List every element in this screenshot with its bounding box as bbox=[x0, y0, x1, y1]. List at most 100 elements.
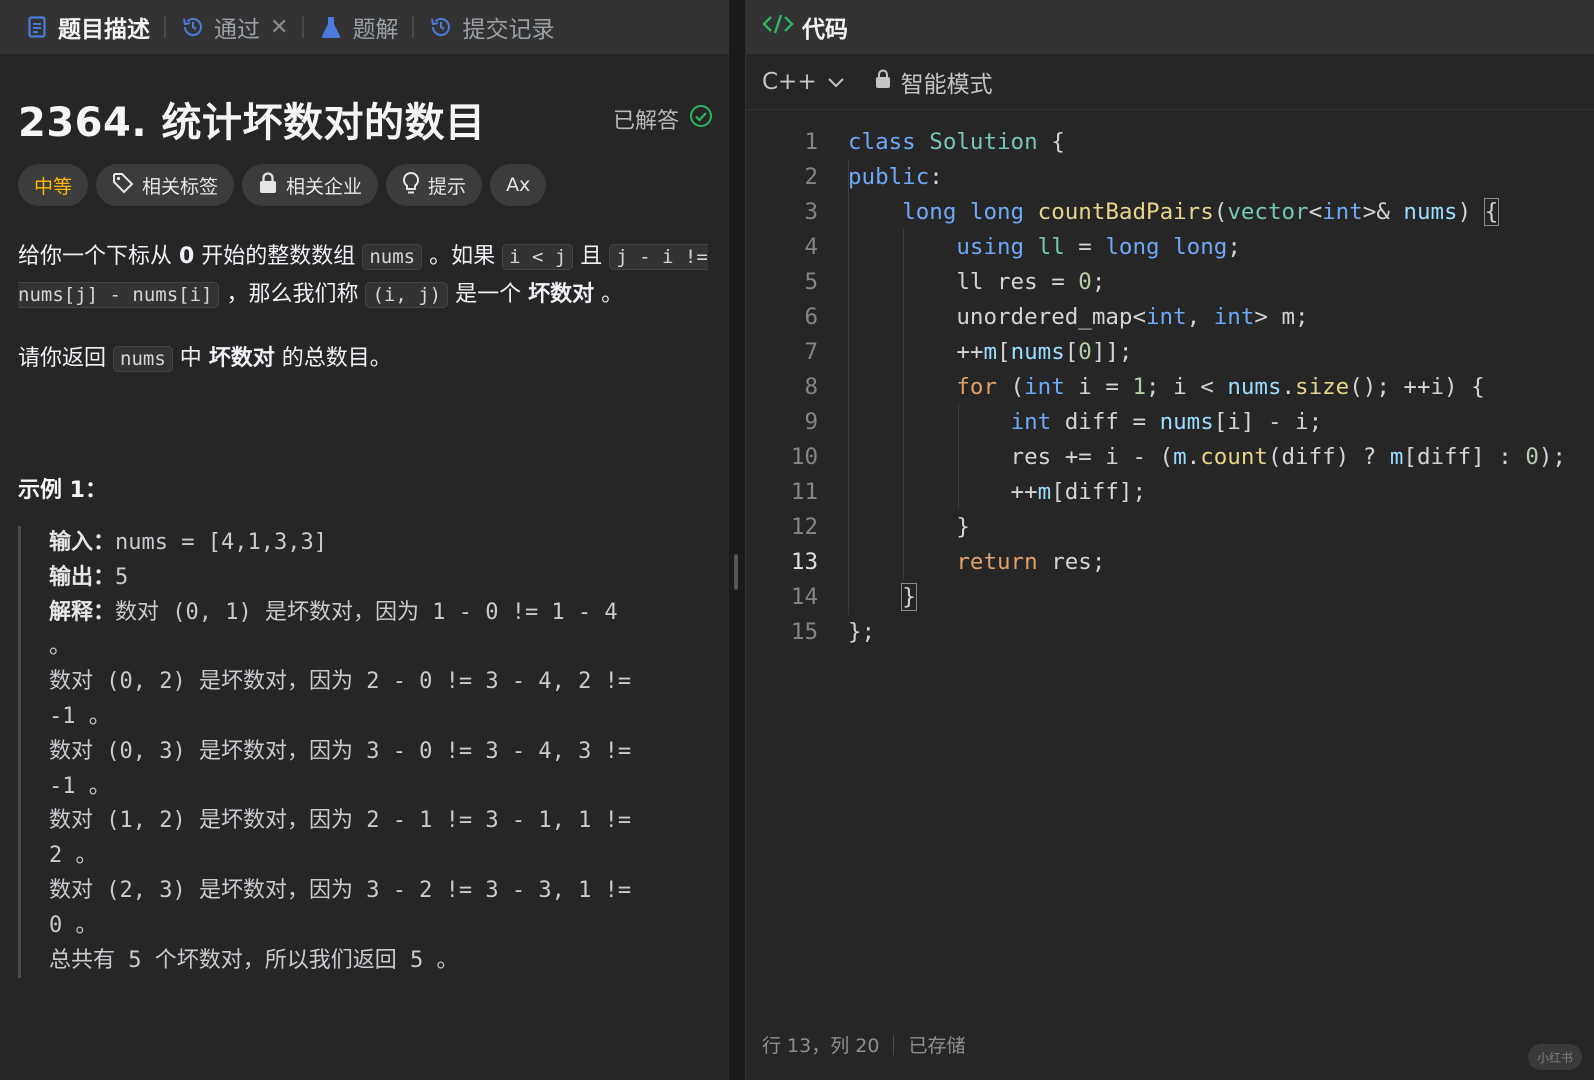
pane-resizer[interactable] bbox=[729, 0, 743, 1080]
example-line: -1 。 bbox=[49, 703, 111, 729]
code-line: 2 public: bbox=[746, 159, 1594, 194]
resize-handle[interactable] bbox=[734, 554, 738, 590]
code-text: return res; bbox=[956, 548, 1106, 575]
desc-bold: 0 bbox=[179, 244, 195, 269]
line-number: 1 bbox=[804, 128, 818, 155]
example-output-label: 输出： bbox=[49, 564, 116, 590]
code-text: }; bbox=[848, 618, 876, 645]
code-line: 14 } bbox=[746, 579, 1594, 614]
translate-button[interactable]: Ax bbox=[490, 164, 547, 206]
line-number: 8 bbox=[804, 373, 818, 400]
example-line: 数对 (2, 3) 是坏数对，因为 3 - 2 != 3 - 3, 1 != bbox=[49, 877, 632, 903]
cursor-position: 行 13，列 20 bbox=[762, 1035, 880, 1057]
desc-text: 。 bbox=[594, 282, 624, 307]
example-line: 总共有 5 个坏数对，所以我们返回 5 。 bbox=[49, 947, 459, 973]
line-number: 6 bbox=[804, 303, 818, 330]
history-icon bbox=[428, 14, 454, 40]
hint-label: 提示 bbox=[428, 175, 467, 198]
code-text: for (int i = 1; i < nums.size(); ++i) { bbox=[956, 373, 1485, 400]
save-status: 已存储 bbox=[908, 1035, 966, 1057]
code-line: 4 using ll = long long; bbox=[746, 229, 1594, 264]
tag-icon bbox=[112, 172, 134, 199]
tab-description[interactable]: 题目描述 bbox=[14, 0, 160, 54]
chevron-down-icon bbox=[827, 69, 845, 95]
code-line: 10 res += i - (m.count(diff) ? m[diff] :… bbox=[746, 439, 1594, 474]
line-number: 11 bbox=[790, 478, 818, 505]
inline-code: nums bbox=[113, 346, 173, 372]
tab-submissions-label: 提交记录 bbox=[462, 17, 555, 43]
code-line: 1 class Solution { bbox=[746, 124, 1594, 159]
flask-icon bbox=[318, 14, 344, 40]
code-icon bbox=[762, 12, 794, 42]
left-tabbar: 题目描述 通过 ✕ 题解 提交记录 bbox=[0, 0, 741, 54]
related-tags-label: 相关标签 bbox=[142, 175, 219, 198]
desc-text: 是一个 bbox=[448, 282, 529, 307]
close-icon[interactable]: ✕ bbox=[270, 15, 288, 40]
code-pane: 代码 C++ 智能模式 1 class Solution { 2 public: 3… bbox=[745, 0, 1594, 1080]
example-input: 输入：nums = [4,1,3,3] bbox=[49, 526, 718, 561]
code-line: 11 ++m[diff]; bbox=[746, 474, 1594, 509]
lock-icon bbox=[875, 69, 891, 95]
tab-description-label: 题目描述 bbox=[58, 17, 150, 43]
code-editor[interactable]: 1 class Solution { 2 public: 3 long long c… bbox=[746, 124, 1594, 649]
code-line: 6 unordered_map<int, int> m; bbox=[746, 299, 1594, 334]
example-line: 数对 (0, 2) 是坏数对，因为 2 - 0 != 3 - 4, 2 != bbox=[49, 669, 632, 695]
tab-accepted[interactable]: 通过 ✕ bbox=[170, 0, 298, 54]
example-line: 0 。 bbox=[49, 912, 98, 938]
code-text: public: bbox=[848, 163, 943, 190]
code-text: long long countBadPairs(vector<int>& num… bbox=[902, 197, 1500, 226]
line-number: 10 bbox=[790, 443, 818, 470]
example-title: 示例 1： bbox=[18, 478, 107, 503]
tab-accepted-label: 通过 bbox=[214, 17, 260, 43]
code-line: 3 long long countBadPairs(vector<int>& n… bbox=[746, 194, 1594, 229]
desc-text: ，那么我们称 bbox=[219, 282, 366, 307]
example-line: 数对 (0, 3) 是坏数对，因为 3 - 0 != 3 - 4, 3 != bbox=[49, 738, 632, 764]
title-row: 2364. 统计坏数对的数目 已解答 bbox=[18, 84, 741, 154]
desc-text: 开始的整数数组 bbox=[194, 244, 363, 269]
code-line: 15}; bbox=[746, 614, 1594, 649]
desc-text: 。如果 bbox=[422, 244, 503, 269]
history-icon bbox=[180, 14, 206, 40]
solved-status: 已解答 bbox=[613, 103, 713, 135]
problem-pane: 题目描述 通过 ✕ 题解 提交记录 2364. 统计坏数对的数目 已解答 中等 … bbox=[0, 0, 741, 1080]
line-number: 12 bbox=[790, 513, 818, 540]
code-text: } bbox=[901, 582, 917, 611]
code-text: ++m[diff]; bbox=[848, 478, 1147, 505]
difficulty-label: 中等 bbox=[34, 175, 73, 198]
language-select[interactable]: C++ bbox=[762, 69, 845, 95]
related-companies-button[interactable]: 相关企业 bbox=[242, 164, 379, 206]
code-text: unordered_map<int, int> m; bbox=[848, 303, 1309, 330]
code-line: 9 int diff = nums[i] - i; bbox=[746, 404, 1594, 439]
line-number: 13 bbox=[790, 548, 818, 575]
watermark-logo: 小红书 bbox=[1528, 1044, 1582, 1070]
tab-solutions[interactable]: 题解 bbox=[308, 0, 408, 54]
solved-label: 已解答 bbox=[612, 109, 679, 134]
code-tab-label[interactable]: 代码 bbox=[802, 10, 848, 44]
tab-divider bbox=[302, 16, 305, 38]
tab-submissions[interactable]: 提交记录 bbox=[418, 0, 564, 54]
related-companies-label: 相关企业 bbox=[286, 175, 363, 198]
desc-bold: 坏数对 bbox=[528, 282, 595, 307]
code-line: 7 ++m[nums[0]]; bbox=[746, 334, 1594, 369]
code-line: 12 } bbox=[746, 509, 1594, 544]
related-tags-button[interactable]: 相关标签 bbox=[96, 164, 235, 206]
hint-button[interactable]: 提示 bbox=[386, 164, 483, 206]
code-text: using ll = long long; bbox=[956, 233, 1241, 260]
example-input-value: nums = [4,1,3,3] bbox=[115, 530, 327, 555]
smart-mode-label: 智能模式 bbox=[900, 71, 993, 98]
problem-content: 2364. 统计坏数对的数目 已解答 中等 相关标签 相关企业 提示 Ax 给你… bbox=[0, 84, 741, 979]
code-text: ll res = 0; bbox=[848, 268, 1106, 295]
smart-mode-toggle[interactable]: 智能模式 bbox=[875, 65, 993, 99]
status-divider bbox=[893, 1034, 895, 1055]
desc-bold: 坏数对 bbox=[208, 346, 275, 371]
code-tabbar: 代码 bbox=[746, 0, 1594, 54]
lightbulb-icon bbox=[402, 171, 420, 200]
document-icon bbox=[24, 14, 50, 40]
example-line: 2 。 bbox=[49, 843, 98, 869]
problem-title[interactable]: 2364. 统计坏数对的数目 bbox=[18, 90, 485, 148]
tag-row: 中等 相关标签 相关企业 提示 Ax bbox=[18, 164, 741, 206]
example-line: 数对 (0, 1) 是坏数对，因为 1 - 0 != 1 - 4 bbox=[115, 599, 618, 625]
example-explain: 解释：数对 (0, 1) 是坏数对，因为 1 - 0 != 1 - 4 bbox=[49, 596, 718, 631]
example-line: -1 。 bbox=[49, 773, 111, 799]
example-block: 输入：nums = [4,1,3,3] 输出：5 解释：数对 (0, 1) 是坏… bbox=[18, 526, 718, 979]
